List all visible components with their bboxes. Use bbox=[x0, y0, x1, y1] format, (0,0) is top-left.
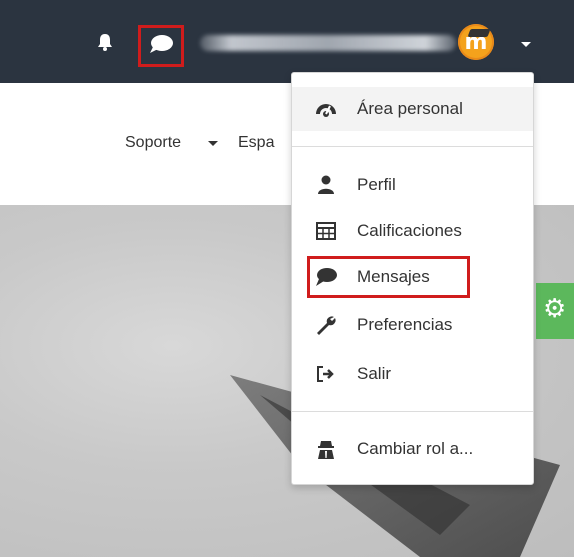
user-dropdown-menu: Área personal Perfil Calificaciones Mens… bbox=[291, 72, 534, 485]
menu-label-calificaciones: Calificaciones bbox=[357, 221, 462, 240]
menu-divider bbox=[292, 146, 533, 147]
user-avatar[interactable]: m bbox=[458, 24, 494, 60]
dashboard-icon bbox=[316, 104, 336, 117]
menu-item-preferencias[interactable]: Preferencias bbox=[292, 303, 533, 347]
menu-item-salir[interactable]: Salir bbox=[292, 352, 533, 396]
menu-label-salir: Salir bbox=[357, 364, 392, 383]
menu-label-area-personal: Área personal bbox=[357, 99, 463, 118]
menu-item-cambiar-rol[interactable]: Cambiar rol a... bbox=[292, 427, 533, 471]
table-icon bbox=[316, 222, 336, 240]
soporte-menu[interactable]: Soporte bbox=[125, 134, 181, 152]
blurred-username[interactable] bbox=[200, 35, 456, 51]
user-menu-caret-icon[interactable] bbox=[521, 42, 531, 47]
menu-label-cambiar-rol: Cambiar rol a... bbox=[357, 439, 474, 458]
menu-item-calificaciones[interactable]: Calificaciones bbox=[292, 209, 533, 253]
espacio-menu[interactable]: Espa bbox=[238, 134, 290, 152]
user-icon bbox=[318, 175, 334, 194]
menu-divider bbox=[292, 411, 533, 412]
wrench-icon bbox=[317, 316, 336, 335]
soporte-caret-icon bbox=[208, 141, 218, 146]
menu-item-perfil[interactable]: Perfil bbox=[292, 163, 533, 207]
top-navbar: m bbox=[0, 0, 574, 83]
menu-item-area-personal[interactable]: Área personal bbox=[292, 87, 533, 131]
mensajes-highlight-box bbox=[307, 256, 470, 298]
user-secret-icon bbox=[318, 441, 334, 459]
bell-icon[interactable] bbox=[95, 32, 115, 52]
sign-out-icon bbox=[317, 366, 334, 382]
menu-label-preferencias: Preferencias bbox=[357, 315, 453, 334]
menu-label-perfil: Perfil bbox=[357, 175, 396, 194]
gear-icon[interactable]: ⚙ bbox=[543, 294, 566, 324]
graduation-cap-icon bbox=[467, 29, 491, 37]
messages-highlight-box bbox=[138, 25, 184, 67]
